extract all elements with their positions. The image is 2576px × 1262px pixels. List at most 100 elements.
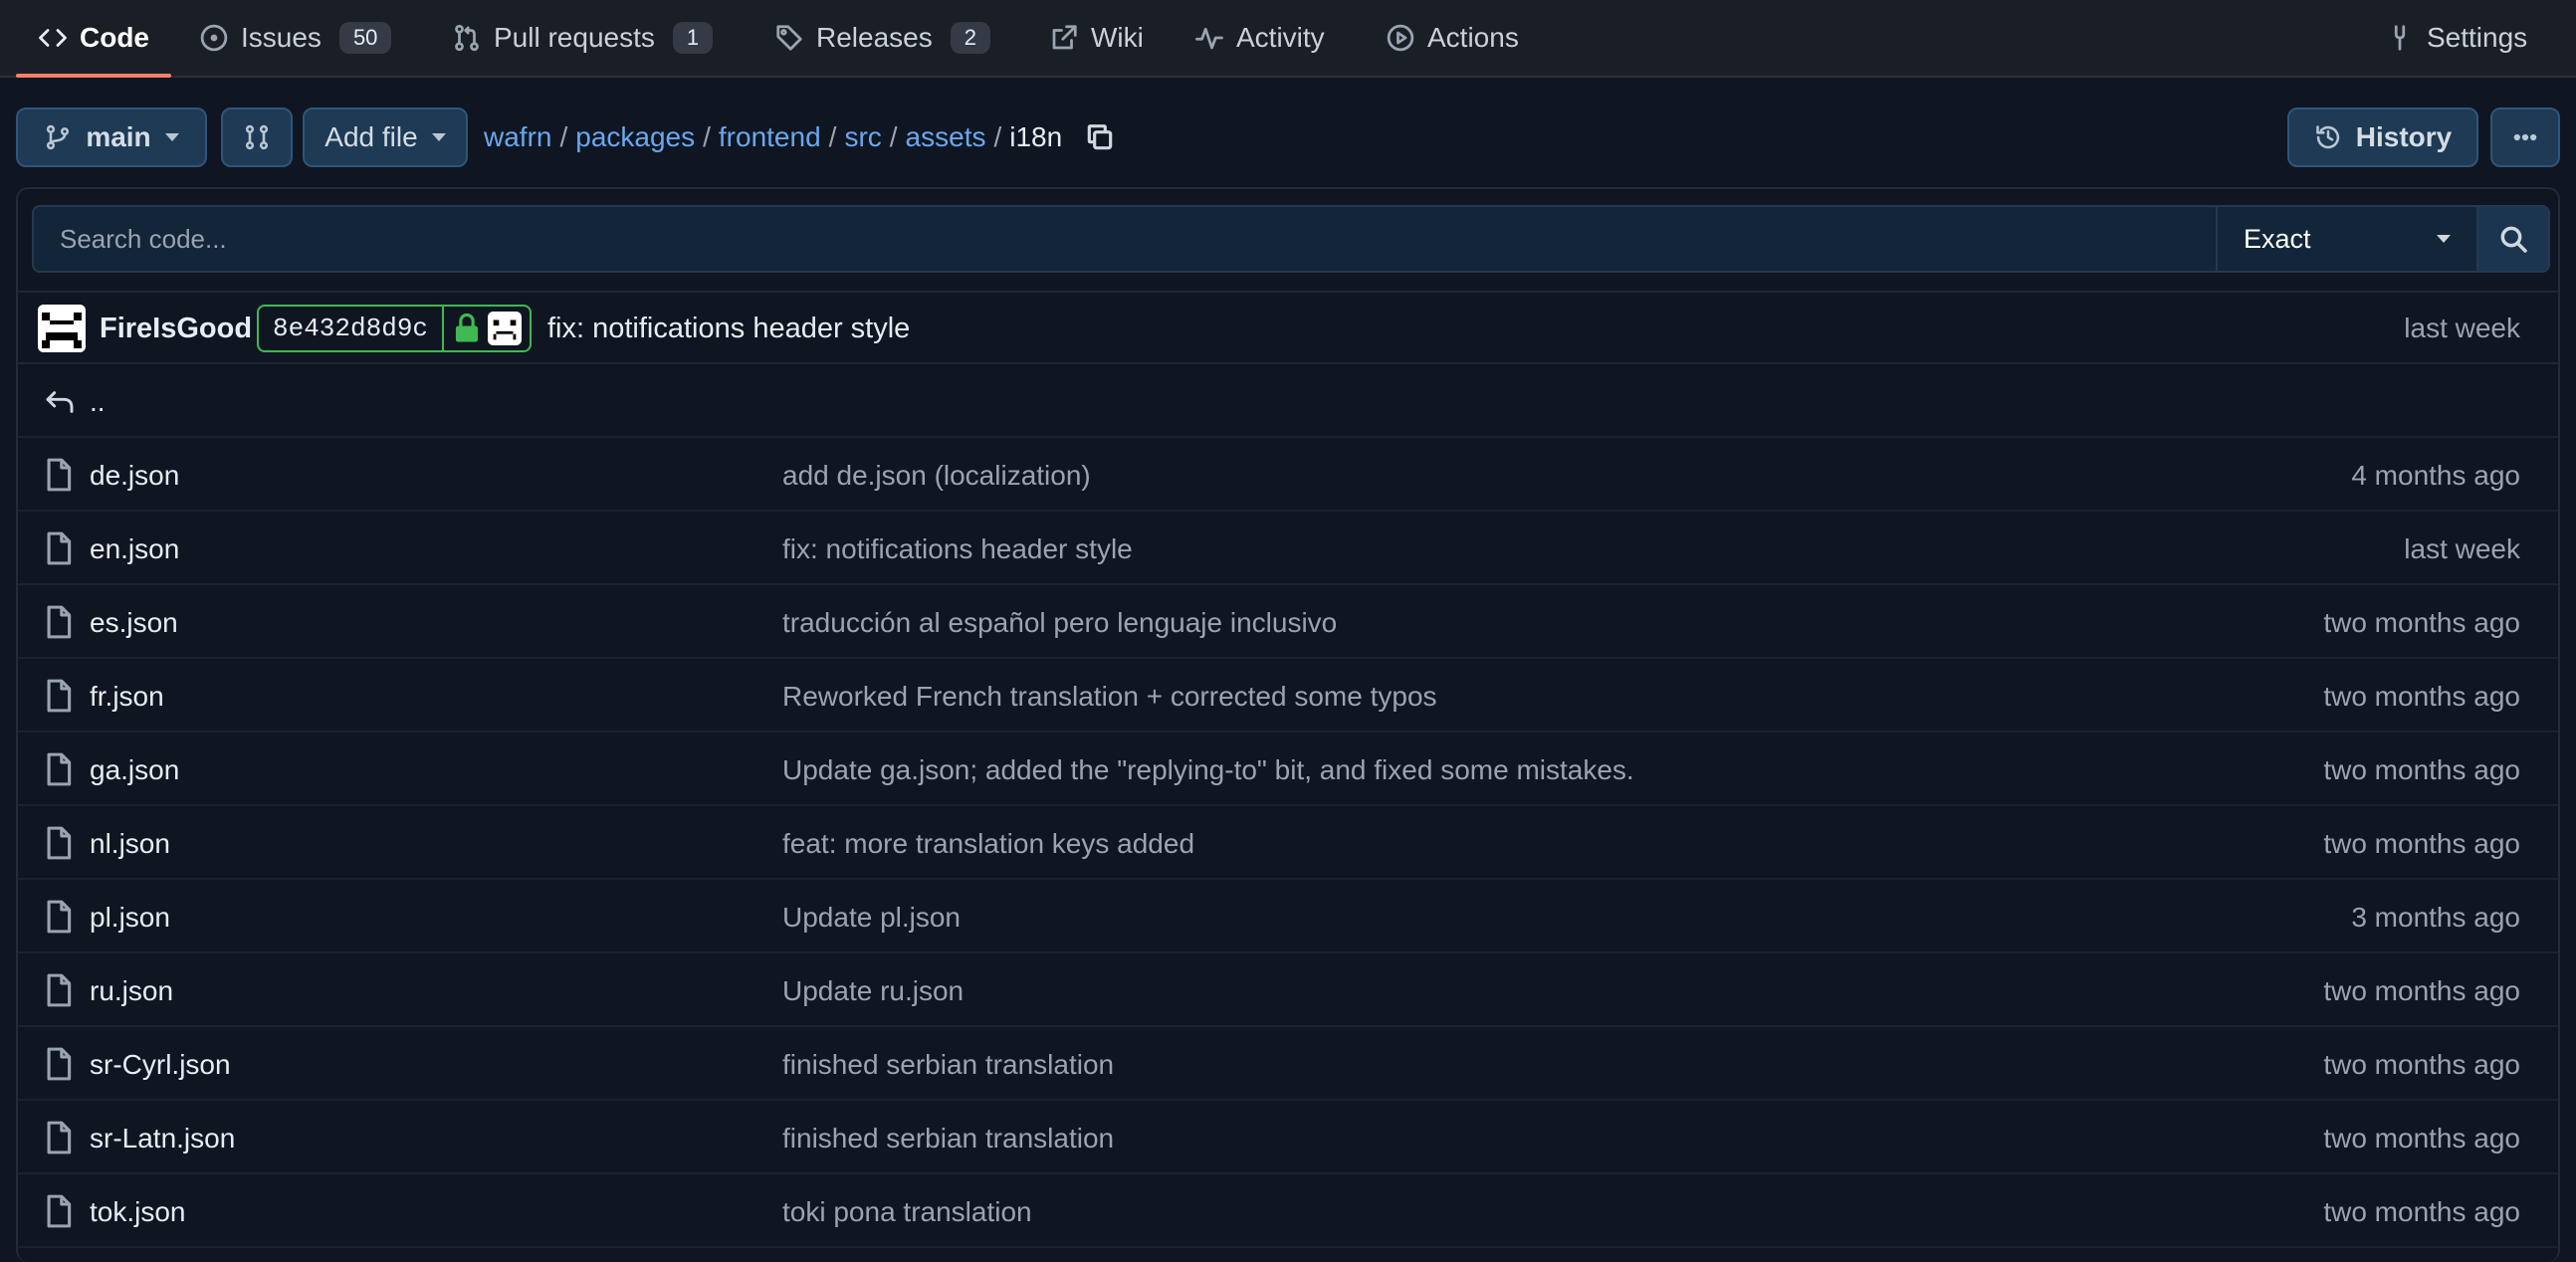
file-name-link[interactable]: ga.json: [90, 754, 179, 786]
file-row[interactable]: de.json add de.json (localization) 4 month…: [18, 438, 2558, 512]
file-commit-message-link[interactable]: add de.json (localization): [782, 460, 1091, 492]
parent-directory-label: ..: [90, 386, 106, 417]
branch-name: main: [86, 121, 151, 152]
file-commit-message-link[interactable]: traducción al español pero lenguaje incl…: [782, 607, 1337, 639]
tab-activity[interactable]: Activity: [1194, 0, 1325, 76]
search-input[interactable]: [34, 207, 2216, 271]
tab-label: Issues: [241, 22, 322, 53]
file-commit-message-link[interactable]: fix: notifications header style: [782, 533, 1133, 565]
tab-issues[interactable]: Issues 50: [199, 0, 392, 76]
file-commit-time: last week: [2404, 533, 2520, 564]
file-commit-time: 4 months ago: [2351, 460, 2520, 491]
tab-settings[interactable]: Settings: [2385, 0, 2527, 76]
commit-time: last week: [2404, 313, 2520, 343]
gear-icon: [2394, 25, 2406, 51]
file-commit-time: two months ago: [2323, 681, 2520, 712]
play-icon: [1387, 24, 1414, 52]
commit-sha-badge[interactable]: 8e432d8d9c: [257, 305, 533, 352]
file-name-link[interactable]: en.json: [90, 533, 179, 565]
file-commit-message-link[interactable]: finished serbian translation: [782, 1123, 1114, 1155]
avatar-image: [38, 305, 86, 352]
tab-pull-requests[interactable]: Pull requests 1: [452, 0, 714, 76]
file-name-link[interactable]: fr.json: [90, 681, 164, 713]
pulse-icon: [1195, 27, 1223, 50]
lock-icon: [455, 313, 479, 342]
repo-nav: Code Issues 50 Pull requests 1 Releases …: [0, 0, 2576, 78]
compare-button[interactable]: [221, 107, 293, 167]
file-commit-message-link[interactable]: Update ga.json; added the "replying-to" …: [782, 754, 1634, 786]
parent-directory-row[interactable]: ..: [18, 364, 2558, 438]
file-commit-message-link[interactable]: feat: more translation keys added: [782, 828, 1194, 860]
file-row[interactable]: sr-Latn.json finished serbian translation…: [18, 1101, 2558, 1174]
file-name-link[interactable]: pl.json: [90, 902, 170, 934]
file-row[interactable]: fr.json Reworked French translation + cor…: [18, 659, 2558, 733]
file-name-link[interactable]: ru.json: [90, 975, 173, 1007]
file-icon: [44, 1194, 74, 1228]
file-commit-message-link[interactable]: finished serbian translation: [782, 1049, 1114, 1081]
file-commit-time: two months ago: [2323, 754, 2520, 785]
avatar[interactable]: [38, 305, 86, 352]
history-button[interactable]: History: [2287, 107, 2478, 167]
file-commit-time: two months ago: [2323, 1049, 2520, 1080]
pull-request-icon: [455, 24, 479, 52]
search-button[interactable]: [2476, 207, 2548, 271]
tab-code[interactable]: Code: [16, 0, 171, 78]
branch-selector-button[interactable]: main: [16, 107, 207, 167]
file-row[interactable]: sr-Cyrl.json finished serbian translation…: [18, 1027, 2558, 1101]
file-row[interactable]: pl.json Update pl.json 3 months ago: [18, 880, 2558, 953]
file-commit-time: two months ago: [2323, 1123, 2520, 1154]
tab-wiki[interactable]: Wiki: [1049, 0, 1144, 76]
add-file-button[interactable]: Add file: [303, 107, 468, 167]
file-name-link[interactable]: de.json: [90, 460, 179, 492]
file-row[interactable]: en.json fix: notifications header style la…: [18, 512, 2558, 585]
chevron-down-icon: [164, 133, 179, 141]
file-icon: [44, 752, 74, 786]
file-name-link[interactable]: tok.json: [90, 1196, 186, 1228]
breadcrumb-link-packages[interactable]: packages: [575, 121, 695, 153]
file-row[interactable]: nl.json feat: more translation keys added…: [18, 806, 2558, 880]
file-row[interactable]: ru.json Update ru.json two months ago: [18, 953, 2558, 1027]
copy-icon: [1087, 124, 1113, 150]
commit-message[interactable]: fix: notifications header style: [547, 313, 910, 345]
search-mode-select[interactable]: Exact: [2216, 207, 2476, 271]
breadcrumb: wafrn / packages / frontend / src / asse…: [484, 117, 1116, 157]
tab-label: Settings: [2427, 22, 2528, 53]
file-name-link[interactable]: nl.json: [90, 828, 170, 860]
file-commit-message-link[interactable]: Update pl.json: [782, 902, 961, 934]
file-name-link[interactable]: sr-Cyrl.json: [90, 1049, 231, 1081]
search-mode-value: Exact: [2244, 223, 2311, 254]
releases-count-badge: 2: [950, 22, 990, 54]
commit-author[interactable]: FireIsGood: [100, 313, 252, 345]
breadcrumb-link-assets[interactable]: assets: [906, 121, 986, 153]
more-options-button[interactable]: [2490, 107, 2560, 167]
breadcrumb-link-repo[interactable]: wafrn: [484, 121, 551, 153]
active-tab-underline: [16, 74, 171, 78]
file-icon: [44, 826, 74, 860]
file-commit-message-link[interactable]: toki pona translation: [782, 1196, 1032, 1228]
breadcrumb-link-frontend[interactable]: frontend: [719, 121, 821, 153]
verified-signature: [444, 307, 530, 350]
file-row[interactable]: tok.json toki pona translation two months …: [18, 1174, 2558, 1248]
copy-path-button[interactable]: [1084, 121, 1116, 153]
file-commit-message-link[interactable]: Update ru.json: [782, 975, 964, 1007]
history-icon: [2315, 125, 2339, 149]
external-link-icon: [1052, 25, 1077, 50]
file-name-link[interactable]: es.json: [90, 607, 178, 639]
file-name-link[interactable]: sr-Latn.json: [90, 1123, 235, 1155]
file-commit-message-link[interactable]: Reworked French translation + corrected …: [782, 681, 1437, 713]
breadcrumb-link-src[interactable]: src: [844, 121, 881, 153]
breadcrumb-separator: /: [993, 121, 1002, 152]
breadcrumb-separator: /: [828, 121, 837, 152]
file-icon: [44, 531, 74, 565]
tab-actions[interactable]: Actions: [1386, 0, 1519, 76]
chevron-down-icon: [431, 133, 446, 141]
arrow-up-left-icon: [44, 386, 74, 420]
tag-icon: [776, 25, 802, 51]
file-commit-time: two months ago: [2323, 1196, 2520, 1227]
tab-label: Code: [80, 22, 149, 53]
file-row[interactable]: es.json traducción al español pero lengua…: [18, 585, 2558, 659]
file-row[interactable]: ga.json Update ga.json; added the "replyi…: [18, 733, 2558, 806]
file-icon: [44, 900, 74, 934]
tab-releases[interactable]: Releases 2: [774, 0, 990, 76]
code-icon: [39, 29, 67, 47]
